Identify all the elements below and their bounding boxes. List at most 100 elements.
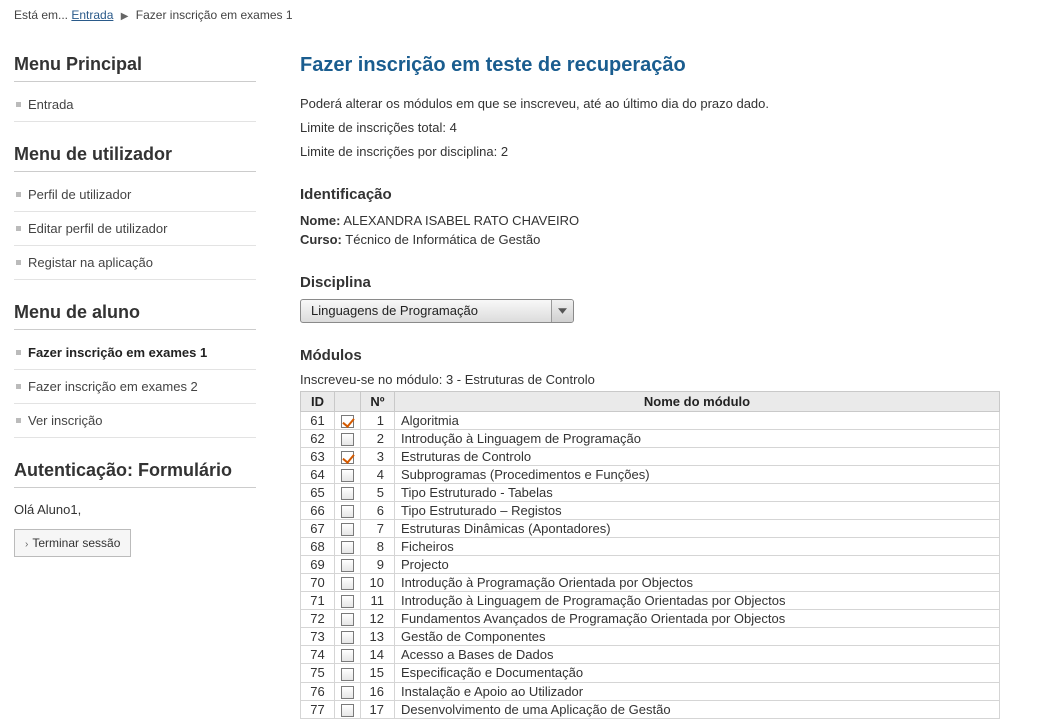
col-name: Nome do módulo: [395, 391, 1000, 411]
module-checkbox[interactable]: [341, 541, 354, 554]
cell-name: Tipo Estruturado - Tabelas: [395, 483, 1000, 501]
modulos-table: ID Nº Nome do módulo 611Algoritmia622Int…: [300, 391, 1000, 719]
module-checkbox[interactable]: [341, 415, 354, 428]
cell-name: Subprogramas (Procedimentos e Funções): [395, 465, 1000, 483]
table-row: 644Subprogramas (Procedimentos e Funções…: [301, 465, 1000, 483]
menu-aluno-title: Menu de aluno: [14, 302, 256, 323]
divider: [14, 171, 256, 172]
divider: [14, 81, 256, 82]
cell-id: 73: [301, 628, 335, 646]
cell-checkbox: [335, 556, 361, 574]
cell-id: 63: [301, 447, 335, 465]
ident-nome-value: ALEXANDRA ISABEL RATO CHAVEIRO: [343, 213, 579, 228]
cell-num: 10: [361, 574, 395, 592]
breadcrumb-current: Fazer inscrição em exames 1: [136, 8, 293, 22]
cell-num: 15: [361, 664, 395, 682]
sidebar-item[interactable]: Entrada: [14, 88, 256, 122]
table-row: 611Algoritmia: [301, 411, 1000, 429]
modulos-heading: Módulos: [300, 347, 1019, 364]
module-checkbox[interactable]: [341, 668, 354, 681]
main-content: Fazer inscrição em teste de recuperação …: [270, 30, 1039, 719]
module-checkbox[interactable]: [341, 523, 354, 536]
cell-num: 16: [361, 682, 395, 700]
table-row: 7414Acesso a Bases de Dados: [301, 646, 1000, 664]
ident-nome-label: Nome:: [300, 213, 340, 228]
cell-checkbox: [335, 411, 361, 429]
module-checkbox[interactable]: [341, 704, 354, 717]
module-checkbox[interactable]: [341, 433, 354, 446]
module-checkbox[interactable]: [341, 487, 354, 500]
cell-id: 74: [301, 646, 335, 664]
sidebar-item[interactable]: Fazer inscrição em exames 2: [14, 370, 256, 404]
auth-title: Autenticação: Formulário: [14, 460, 256, 481]
cell-checkbox: [335, 465, 361, 483]
cell-name: Desenvolvimento de uma Aplicação de Gest…: [395, 700, 1000, 718]
cell-num: 2: [361, 429, 395, 447]
cell-id: 65: [301, 483, 335, 501]
breadcrumb: Está em... Entrada ▶ Fazer inscrição em …: [0, 0, 1039, 30]
module-checkbox[interactable]: [341, 686, 354, 699]
cell-checkbox: [335, 501, 361, 519]
ident-nome: Nome: ALEXANDRA ISABEL RATO CHAVEIRO: [300, 211, 1019, 231]
ident-curso-label: Curso:: [300, 232, 342, 247]
menu-utilizador-title: Menu de utilizador: [14, 144, 256, 165]
disciplina-select[interactable]: Linguagens de Programação: [300, 299, 574, 323]
table-row: 688Ficheiros: [301, 538, 1000, 556]
sidebar-item[interactable]: Fazer inscrição em exames 1: [14, 336, 256, 370]
sidebar-item[interactable]: Perfil de utilizador: [14, 178, 256, 212]
cell-num: 13: [361, 628, 395, 646]
module-checkbox[interactable]: [341, 451, 354, 464]
cell-checkbox: [335, 429, 361, 447]
menu-principal-title: Menu Principal: [14, 54, 256, 75]
cell-checkbox: [335, 628, 361, 646]
table-row: 7717Desenvolvimento de uma Aplicação de …: [301, 700, 1000, 718]
table-row: 7111Introdução à Linguagem de Programaçã…: [301, 592, 1000, 610]
module-checkbox[interactable]: [341, 559, 354, 572]
cell-id: 68: [301, 538, 335, 556]
cell-id: 67: [301, 519, 335, 537]
cell-num: 11: [361, 592, 395, 610]
cell-name: Gestão de Componentes: [395, 628, 1000, 646]
logout-label: Terminar sessão: [32, 536, 120, 550]
module-checkbox[interactable]: [341, 469, 354, 482]
cell-id: 62: [301, 429, 335, 447]
cell-num: 6: [361, 501, 395, 519]
cell-name: Especificação e Documentação: [395, 664, 1000, 682]
col-num: Nº: [361, 391, 395, 411]
table-row: 7010Introdução à Programação Orientada p…: [301, 574, 1000, 592]
logout-button[interactable]: › Terminar sessão: [14, 529, 131, 557]
chevron-right-icon: ›: [25, 539, 28, 550]
disciplina-heading: Disciplina: [300, 274, 1019, 291]
intro-line: Poderá alterar os módulos em que se insc…: [300, 95, 1019, 113]
cell-num: 12: [361, 610, 395, 628]
cell-id: 64: [301, 465, 335, 483]
cell-id: 77: [301, 700, 335, 718]
cell-id: 75: [301, 664, 335, 682]
module-checkbox[interactable]: [341, 631, 354, 644]
table-row: 633Estruturas de Controlo: [301, 447, 1000, 465]
breadcrumb-link-home[interactable]: Entrada: [71, 8, 113, 22]
intro-block: Poderá alterar os módulos em que se insc…: [300, 95, 1019, 162]
module-checkbox[interactable]: [341, 595, 354, 608]
cell-checkbox: [335, 574, 361, 592]
sidebar-item[interactable]: Registar na aplicação: [14, 246, 256, 280]
cell-checkbox: [335, 519, 361, 537]
enrolled-message: Inscreveu-se no módulo: 3 - Estruturas d…: [300, 372, 1019, 387]
module-checkbox[interactable]: [341, 505, 354, 518]
sidebar-item[interactable]: Ver inscrição: [14, 404, 256, 438]
cell-checkbox: [335, 538, 361, 556]
divider: [14, 329, 256, 330]
cell-id: 76: [301, 682, 335, 700]
sidebar-item[interactable]: Editar perfil de utilizador: [14, 212, 256, 246]
table-row: 76 16Instalação e Apoio ao Utilizador: [301, 682, 1000, 700]
cell-id: 71: [301, 592, 335, 610]
cell-checkbox: [335, 447, 361, 465]
table-row: 7212Fundamentos Avançados de Programação…: [301, 610, 1000, 628]
cell-num: 5: [361, 483, 395, 501]
cell-name: Algoritmia: [395, 411, 1000, 429]
module-checkbox[interactable]: [341, 577, 354, 590]
cell-checkbox: [335, 664, 361, 682]
module-checkbox[interactable]: [341, 613, 354, 626]
module-checkbox[interactable]: [341, 649, 354, 662]
cell-name: Instalação e Apoio ao Utilizador: [395, 682, 1000, 700]
